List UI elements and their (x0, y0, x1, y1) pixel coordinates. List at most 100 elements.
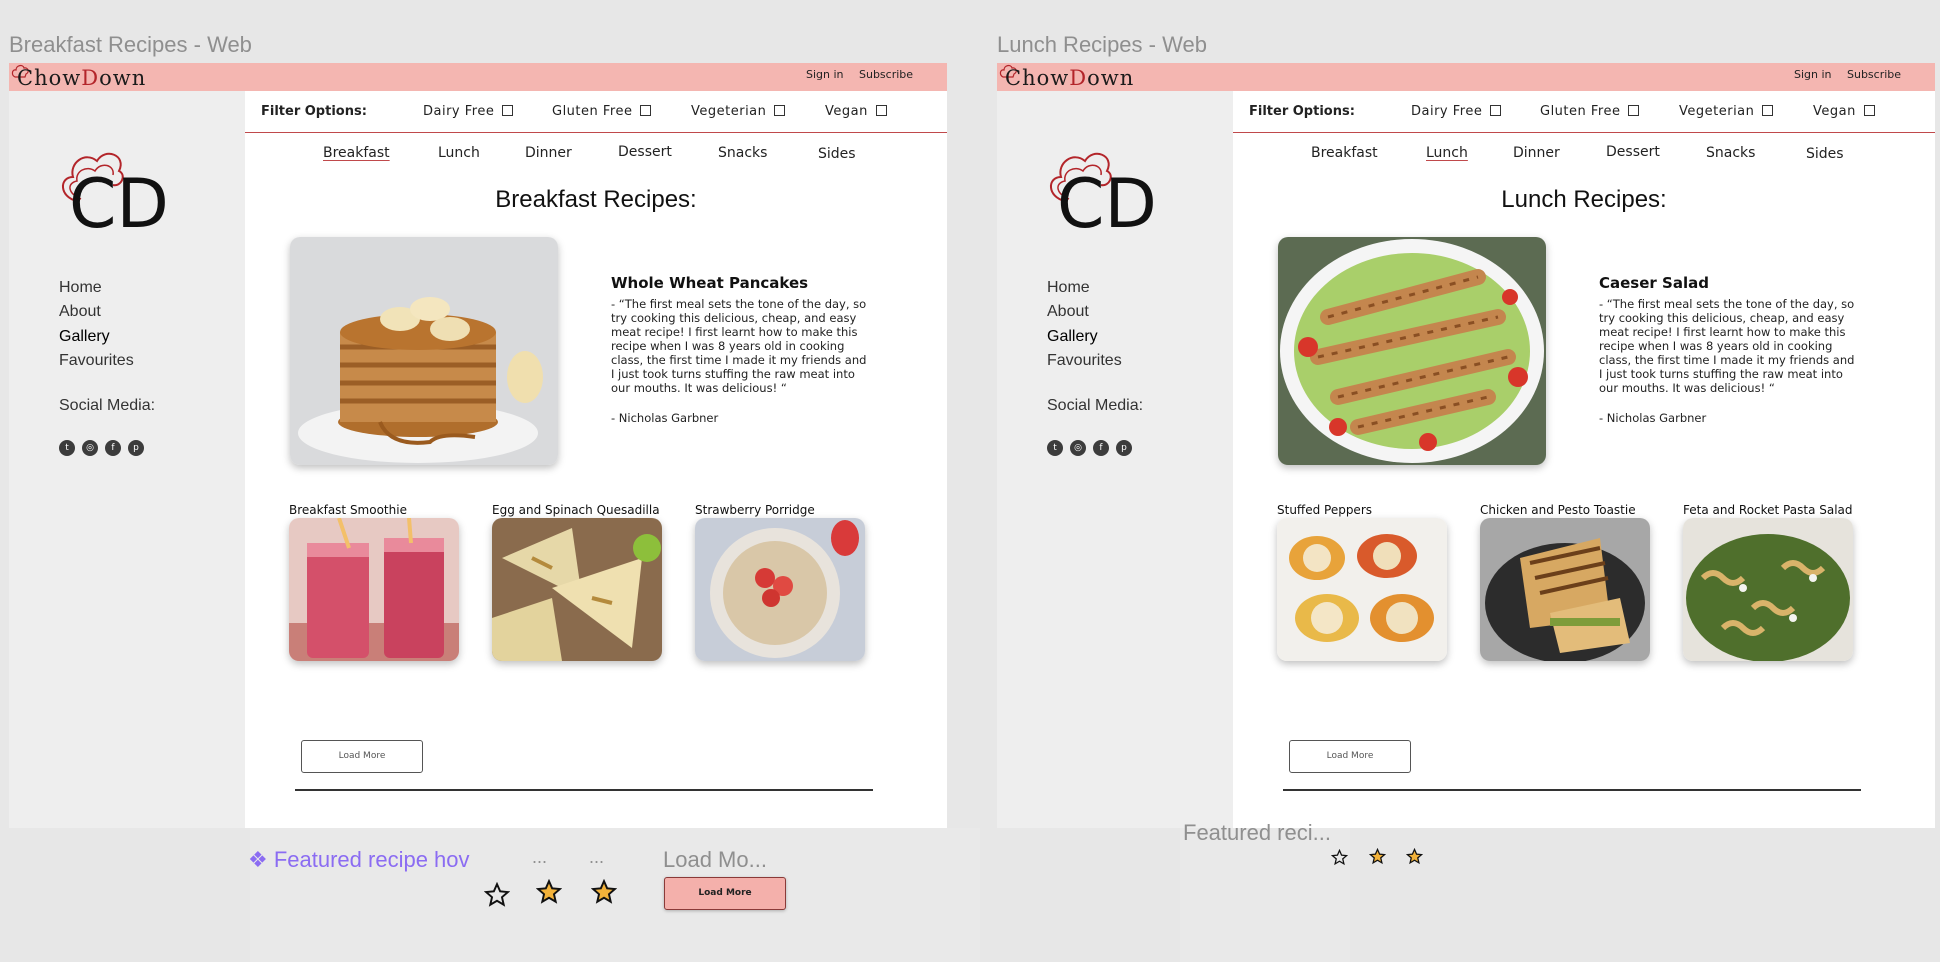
tab-dinner[interactable]: Dinner (525, 145, 572, 161)
load-more-button[interactable]: Load More (301, 740, 423, 773)
nav-favourites[interactable]: Favourites (1047, 352, 1122, 370)
tab-snacks[interactable]: Snacks (1706, 145, 1755, 161)
component-label-ellipsis: ... (589, 847, 605, 867)
recipe-card-title[interactable]: Strawberry Porridge (695, 503, 815, 517)
recipe-card-image[interactable] (492, 518, 662, 661)
checkbox[interactable] (1762, 105, 1774, 116)
checkbox[interactable] (875, 105, 887, 116)
featured-recipe-description: - “The first meal sets the tone of the d… (1599, 297, 1855, 395)
subscribe-link[interactable]: Subscribe (1847, 68, 1901, 81)
checkbox[interactable] (774, 105, 786, 116)
nav-gallery[interactable]: Gallery (1047, 328, 1098, 346)
filter-options-label: Filter Options: (261, 104, 367, 119)
facebook-icon[interactable]: f (1093, 440, 1109, 456)
tab-breakfast[interactable]: Breakfast (1311, 145, 1378, 161)
sign-in-link[interactable]: Sign in (806, 68, 844, 81)
recipe-card-image[interactable] (695, 518, 865, 661)
filter-gluten-free[interactable]: Gluten Free (552, 104, 652, 119)
pinterest-icon[interactable]: p (128, 440, 144, 456)
star-filled-icon[interactable] (591, 879, 617, 905)
facebook-icon[interactable]: f (105, 440, 121, 456)
filter-gluten-free[interactable]: Gluten Free (1540, 104, 1640, 119)
instagram-icon[interactable]: ◎ (82, 440, 98, 456)
filter-dairy-free[interactable]: Dairy Free (423, 104, 514, 119)
checkbox[interactable] (640, 105, 652, 116)
tab-dessert[interactable]: Dessert (618, 144, 672, 160)
component-label-load-more: Load Mo... (663, 847, 767, 872)
logo-initials: CD (1057, 165, 1157, 244)
featured-recipe-image[interactable] (1278, 237, 1546, 465)
filter-vegeterian[interactable]: Vegeterian (1679, 104, 1774, 119)
featured-recipe-title[interactable]: Whole Wheat Pancakes (611, 274, 808, 292)
filter-bar: Filter Options: Dairy Free Gluten Free V… (245, 91, 947, 133)
nav-home[interactable]: Home (1047, 279, 1090, 297)
social-media-label: Social Media: (1047, 397, 1144, 414)
recipe-card-title[interactable]: Chicken and Pesto Toastie (1480, 503, 1636, 517)
tab-lunch[interactable]: Lunch (1426, 145, 1468, 161)
star-filled-icon[interactable] (1406, 848, 1423, 865)
nav-about[interactable]: About (1047, 303, 1089, 321)
recipe-card-image[interactable] (1683, 518, 1853, 661)
twitter-icon[interactable]: t (1047, 440, 1063, 456)
featured-recipe-author: - Nicholas Garbner (611, 411, 719, 425)
star-half-icon[interactable] (536, 879, 562, 905)
featured-recipe-author: - Nicholas Garbner (1599, 411, 1707, 425)
checkbox[interactable] (502, 105, 514, 116)
filter-dairy-free[interactable]: Dairy Free (1411, 104, 1502, 119)
filter-bar: Filter Options: Dairy Free Gluten Free V… (1233, 91, 1935, 133)
filter-options-label: Filter Options: (1249, 104, 1355, 119)
load-more-hover-button[interactable]: Load More (664, 877, 786, 910)
filter-vegan[interactable]: Vegan (825, 104, 887, 119)
nav-about[interactable]: About (59, 303, 101, 321)
filter-vegeterian[interactable]: Vegeterian (691, 104, 786, 119)
page-heading: Lunch Recipes: (1501, 186, 1667, 213)
checkbox[interactable] (1490, 105, 1502, 116)
checkbox[interactable] (1628, 105, 1640, 116)
logo-initials: CD (69, 165, 169, 244)
component-label-featured-recipe: Featured reci... (1183, 820, 1331, 845)
components-panel-right (1180, 828, 1350, 962)
top-bar: ChowDown Sign in Subscribe (9, 63, 947, 91)
recipe-card-title[interactable]: Breakfast Smoothie (289, 503, 407, 517)
star-empty-icon[interactable] (484, 882, 510, 908)
tab-snacks[interactable]: Snacks (718, 145, 767, 161)
sidebar: CD Home About Gallery Favourites Social … (9, 91, 245, 828)
brand-logo[interactable]: ChowDown (1005, 66, 1134, 90)
recipe-card-title[interactable]: Stuffed Peppers (1277, 503, 1372, 517)
nav-favourites[interactable]: Favourites (59, 352, 134, 370)
featured-recipe-description: - “The first meal sets the tone of the d… (611, 297, 867, 395)
tab-lunch[interactable]: Lunch (438, 145, 480, 161)
star-empty-icon[interactable] (1331, 849, 1348, 866)
tab-breakfast[interactable]: Breakfast (323, 145, 390, 161)
star-half-icon[interactable] (1369, 848, 1386, 865)
tab-dinner[interactable]: Dinner (1513, 145, 1560, 161)
divider (295, 789, 873, 791)
component-label-ellipsis: ... (532, 847, 548, 867)
recipe-card-image[interactable] (289, 518, 459, 661)
tab-dessert[interactable]: Dessert (1606, 144, 1660, 160)
twitter-icon[interactable]: t (59, 440, 75, 456)
top-bar: ChowDown Sign in Subscribe (997, 63, 1935, 91)
divider (1283, 789, 1861, 791)
frame-title-breakfast: Breakfast Recipes - Web (9, 32, 252, 57)
checkbox[interactable] (1863, 105, 1875, 116)
featured-recipe-image[interactable] (290, 237, 558, 465)
filter-vegan[interactable]: Vegan (1813, 104, 1875, 119)
tab-sides[interactable]: Sides (1806, 146, 1844, 162)
recipe-card-title[interactable]: Feta and Rocket Pasta Salad (1683, 503, 1853, 517)
recipe-card-image[interactable] (1480, 518, 1650, 661)
brand-logo[interactable]: ChowDown (17, 66, 146, 90)
subscribe-link[interactable]: Subscribe (859, 68, 913, 81)
load-more-button[interactable]: Load More (1289, 740, 1411, 773)
recipe-card-title[interactable]: Egg and Spinach Quesadilla (492, 503, 660, 517)
sign-in-link[interactable]: Sign in (1794, 68, 1832, 81)
tab-sides[interactable]: Sides (818, 146, 856, 162)
pinterest-icon[interactable]: p (1116, 440, 1132, 456)
instagram-icon[interactable]: ◎ (1070, 440, 1086, 456)
lunch-page-frame: ChowDown Sign in Subscribe CD Home About… (997, 63, 1935, 828)
recipe-card-image[interactable] (1277, 518, 1447, 661)
nav-home[interactable]: Home (59, 279, 102, 297)
featured-recipe-title[interactable]: Caeser Salad (1599, 274, 1709, 292)
page-heading: Breakfast Recipes: (495, 186, 697, 213)
nav-gallery[interactable]: Gallery (59, 328, 110, 346)
